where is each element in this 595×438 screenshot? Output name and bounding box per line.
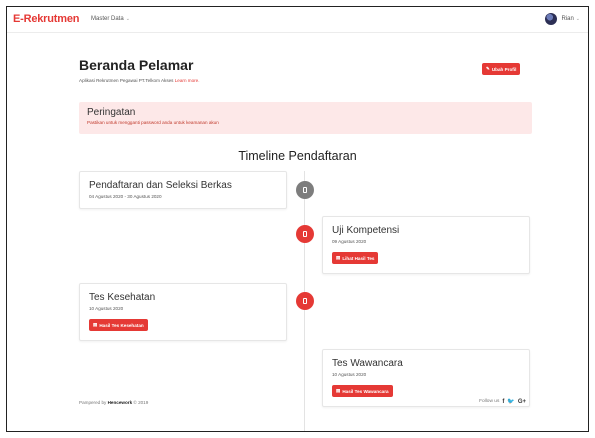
alert-message: Pastikan untuk mengganti password anda u… [87, 120, 219, 125]
interview-result-button[interactable]: ▤ Hasil Tes Wawancara [332, 385, 393, 397]
edit-icon: ✎ [486, 66, 490, 71]
card-date: 04 Agustus 2020 - 30 Agustus 2020 [89, 194, 162, 199]
footer-suffix: © 2019 [133, 400, 149, 405]
document-icon: ▤ [336, 255, 341, 260]
footer-brand[interactable]: Hencework [108, 400, 133, 405]
footer-prefix: Pampered by [79, 400, 107, 405]
button-label: Hasil Tes Kesehatan [99, 322, 144, 328]
hourglass-icon [296, 181, 314, 199]
hourglass-icon [296, 292, 314, 310]
user-name: Rian [561, 16, 574, 22]
follow-label: Follow us [479, 399, 500, 404]
page-title: Beranda Pelamar [79, 57, 194, 73]
avatar [545, 13, 558, 25]
button-label: Hasil Tes Wawancara [342, 388, 389, 394]
google-plus-icon[interactable]: G+ [518, 399, 526, 405]
timeline-card-pendaftaran: Pendaftaran dan Seleksi Berkas 04 Agustu… [79, 171, 287, 209]
twitter-icon[interactable]: 🐦 [507, 398, 514, 405]
timeline-card-tes-kesehatan: Tes Kesehatan 10 Agustus 2020 ▤ Hasil Te… [79, 283, 287, 341]
card-title: Uji Kompetensi [332, 225, 400, 236]
subtitle-text: Aplikasi Rekrutmen Pegawai PT.Telkom Aks… [79, 78, 174, 83]
card-title: Tes Kesehatan [89, 292, 156, 303]
alert-title: Peringatan [87, 107, 136, 118]
user-menu[interactable]: Rian ⌄ [545, 13, 580, 25]
nav-menu-label: Master Data [91, 16, 124, 22]
chevron-down-icon: ⌄ [575, 16, 580, 22]
document-icon: ▤ [93, 322, 98, 327]
card-date: 09 Agustus 2020 [332, 239, 367, 244]
app-window: E-Rekrutmen Master Data ⌄ Rian ⌄ Beranda P… [6, 6, 589, 432]
view-test-result-button[interactable]: ▤ Lihat Hasil Tes [332, 252, 379, 264]
hourglass-icon [296, 225, 314, 243]
chevron-down-icon: ⌄ [125, 16, 130, 22]
facebook-icon[interactable]: f [502, 399, 504, 405]
learn-more-link[interactable]: Learn more. [175, 78, 200, 83]
footer-social: Follow us f 🐦 G+ [479, 398, 526, 406]
timeline-title: Timeline Pendaftaran [238, 149, 357, 163]
card-date: 10 Agustus 2020 [89, 306, 124, 311]
card-title: Tes Wawancara [332, 358, 403, 369]
health-test-result-button[interactable]: ▤ Hasil Tes Kesehatan [89, 319, 148, 331]
top-navbar: E-Rekrutmen Master Data ⌄ Rian ⌄ [7, 7, 588, 33]
document-icon: ▤ [336, 388, 341, 393]
button-label: Lihat Hasil Tes [342, 255, 375, 261]
footer-credit: Pampered by Hencework © 2019 [79, 400, 148, 405]
brand-logo[interactable]: E-Rekrutmen [13, 13, 79, 25]
nav-menu-master-data[interactable]: Master Data ⌄ [91, 16, 130, 22]
main-content: Beranda Pelamar Aplikasi Rekrutmen Pegaw… [7, 33, 588, 431]
card-title: Pendaftaran dan Seleksi Berkas [89, 180, 232, 191]
warning-alert: Peringatan Pastikan untuk mengganti pass… [79, 102, 532, 134]
edit-profile-label: Ubah Profil [491, 66, 517, 72]
timeline-card-uji-kompetensi: Uji Kompetensi 09 Agustus 2020 ▤ Lihat H… [322, 216, 530, 274]
edit-profile-button[interactable]: ✎ Ubah Profil [482, 63, 521, 75]
page-subtitle: Aplikasi Rekrutmen Pegawai PT.Telkom Aks… [79, 78, 200, 83]
card-date: 10 Agustus 2020 [332, 372, 367, 377]
